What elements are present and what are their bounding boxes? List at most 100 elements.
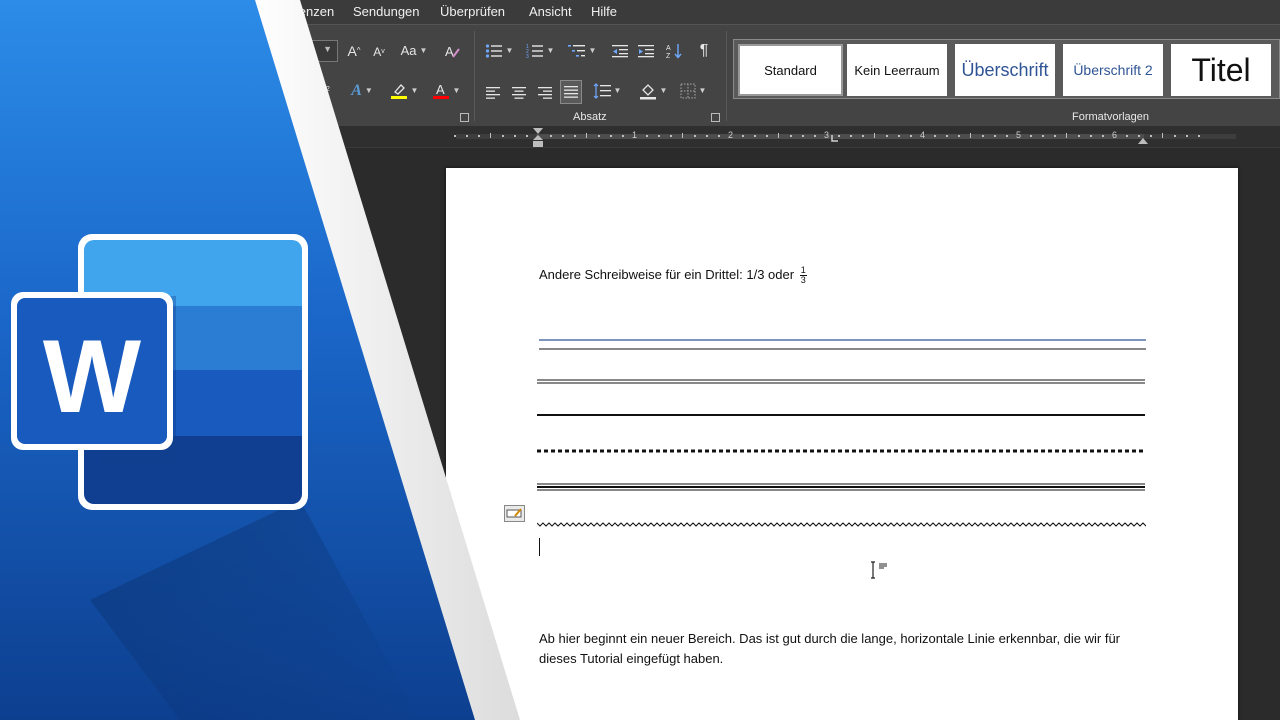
borders-button[interactable]: ▼: [676, 81, 710, 101]
font-color-button[interactable]: A ▼: [428, 81, 464, 101]
grow-font-button[interactable]: A ^: [344, 41, 364, 61]
ruler-dot: [598, 135, 600, 137]
fraction-equation[interactable]: 1 3: [799, 266, 807, 285]
ruler-number: 6: [1112, 130, 1118, 140]
ruler-dot: [1102, 135, 1104, 137]
autocorrect-icon: [506, 508, 522, 518]
horizontal-line-triple: [537, 483, 1145, 491]
word-window: Referenzen Sendungen Überprüfen Ansicht …: [0, 0, 1280, 720]
change-case-button[interactable]: Aa ▼: [398, 41, 430, 61]
ruler-dot: [1030, 135, 1032, 137]
group-separator: [474, 31, 475, 121]
menu-sendungen[interactable]: Sendungen: [353, 4, 420, 19]
ruler-dot: [742, 135, 744, 137]
decrease-indent-icon[interactable]: [610, 41, 630, 61]
style-kein-leerraum[interactable]: Kein Leerraum: [847, 44, 947, 96]
ruler-dot: [1006, 135, 1008, 137]
right-indent-marker-icon[interactable]: [1136, 134, 1150, 146]
paragraph-dialog-launcher-icon[interactable]: [711, 113, 720, 122]
horizontal-ruler[interactable]: 1 2 3 4 5 6: [0, 126, 1280, 148]
ruler-dot: [502, 135, 504, 137]
style-titel[interactable]: Titel: [1171, 44, 1271, 96]
multilevel-list-icon: [567, 45, 585, 57]
ruler-dot: [646, 135, 648, 137]
ribbon: 11 ▼ A ^ Av Aa ▼ A x2 x2 A ▼ ▼ A ▼ Schriftar…: [0, 24, 1280, 126]
chevron-down-icon[interactable]: ▼: [323, 44, 332, 54]
menu-hilfe[interactable]: Hilfe: [591, 4, 617, 19]
justify-icon[interactable]: [560, 80, 582, 104]
paragraph-line-1: Ab hier beginnt ein neuer Bereich. Das i…: [539, 631, 1121, 646]
ruler-half-tick: [490, 133, 491, 138]
ruler-dot: [658, 135, 660, 137]
style-ueberschrift-2[interactable]: Überschrift 2: [1063, 44, 1163, 96]
shading-button[interactable]: ▼: [636, 81, 670, 101]
paint-bucket-icon: [639, 84, 656, 100]
ruler-dot: [898, 135, 900, 137]
logo-shadow: [90, 500, 420, 720]
highlight-button[interactable]: ▼: [386, 81, 422, 101]
clear-formatting-icon[interactable]: A: [442, 41, 462, 61]
numbering-button[interactable]: 1 2 3 ▼: [522, 41, 558, 61]
horizontal-line-wavy: [537, 522, 1146, 527]
multilevel-list-button[interactable]: ▼: [564, 41, 600, 61]
fraction-denominator: 3: [800, 275, 806, 285]
ruler-dot: [574, 135, 576, 137]
ruler-dot: [982, 135, 984, 137]
increase-indent-icon[interactable]: [636, 41, 656, 61]
horizontal-line-thin-blue: [539, 339, 1146, 350]
font-dialog-launcher-icon[interactable]: [460, 113, 469, 122]
align-center-icon[interactable]: [510, 83, 528, 103]
font-size-value: 11: [281, 44, 294, 58]
sort-icon[interactable]: AZ: [664, 41, 684, 61]
group-label-formatvorlagen: Formatvorlagen: [1072, 111, 1150, 123]
ruler-dot: [946, 135, 948, 137]
word-logo-letter: W: [43, 319, 142, 435]
ruler-dot: [862, 135, 864, 137]
ruler-dot: [814, 135, 816, 137]
fraction-sentence: Andere Schreibweise für ein Drittel: 1/3…: [539, 266, 795, 282]
text-cursor: [539, 538, 540, 556]
horizontal-line-thick: [537, 414, 1145, 416]
document-page[interactable]: Andere Schreibweise für ein Drittel: 1/3…: [446, 168, 1238, 720]
ruler-dot: [1054, 135, 1056, 137]
svg-text:Z: Z: [666, 53, 671, 59]
menu-referenzen[interactable]: Referenzen: [267, 4, 334, 19]
superscript-button[interactable]: x2: [316, 80, 334, 100]
bullets-button[interactable]: ▼: [482, 41, 516, 61]
ruler-dot: [1042, 135, 1044, 137]
pilcrow-icon[interactable]: ¶: [694, 41, 714, 61]
subscript-button[interactable]: x2: [290, 81, 306, 101]
ruler-dot: [1090, 135, 1092, 137]
text-effects-icon: A: [351, 82, 362, 99]
menu-ansicht[interactable]: Ansicht: [529, 4, 572, 19]
autocorrect-options-button[interactable]: [504, 505, 525, 522]
horizontal-line-dotted: [537, 449, 1145, 453]
menu-ueberpruefen[interactable]: Überprüfen: [440, 4, 505, 19]
shrink-font-button[interactable]: Av: [370, 42, 388, 62]
tab-stop-icon[interactable]: [831, 135, 839, 143]
highlighter-icon: [390, 84, 407, 99]
ruler-half-tick: [1066, 133, 1067, 138]
style-standard[interactable]: Standard: [738, 44, 843, 96]
style-ueberschrift[interactable]: Überschrift: [955, 44, 1055, 96]
line-spacing-button[interactable]: ▼: [590, 81, 624, 101]
align-right-icon[interactable]: [536, 83, 554, 103]
ruler-half-tick: [1162, 133, 1163, 138]
ruler-dot: [694, 135, 696, 137]
ruler-dot: [1078, 135, 1080, 137]
indent-marker-icon[interactable]: [531, 127, 545, 148]
menu-bar: Referenzen Sendungen Überprüfen Ansicht …: [0, 0, 1280, 24]
align-left-icon[interactable]: [484, 83, 502, 103]
ruler-dot: [454, 135, 456, 137]
borders-icon: [680, 83, 696, 99]
ruler-dot: [478, 135, 480, 137]
ruler-dot: [1186, 135, 1188, 137]
line-spacing-icon: [593, 83, 611, 99]
word-logo: W: [11, 234, 308, 510]
ruler-dot: [1198, 135, 1200, 137]
ruler-number: 3: [824, 130, 830, 140]
ruler-dot: [622, 135, 624, 137]
text-effects-button[interactable]: A ▼: [346, 81, 378, 101]
ruler-number: 5: [1016, 130, 1022, 140]
font-size-field[interactable]: 11 ▼: [272, 40, 338, 62]
